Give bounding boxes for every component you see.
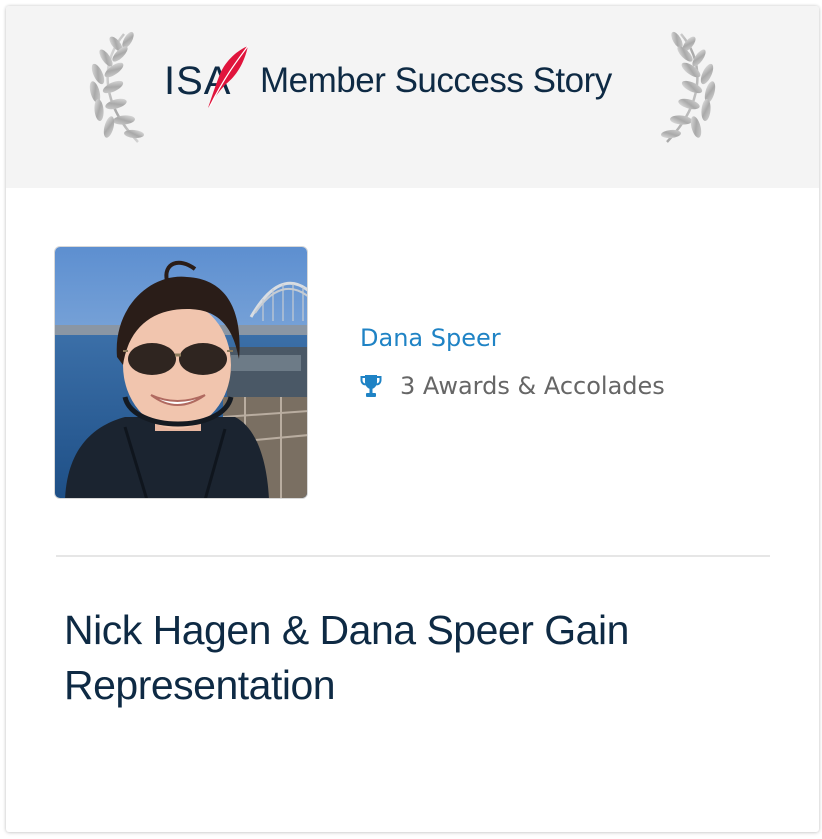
brand-lockup: ISA Member Success Story — [164, 42, 612, 112]
section-divider — [56, 555, 770, 557]
story-title[interactable]: Nick Hagen & Dana Speer Gain Representat… — [64, 603, 764, 713]
trophy-icon — [360, 375, 382, 397]
isa-logo[interactable]: ISA — [164, 44, 250, 110]
quill-icon — [208, 45, 249, 108]
laurel-right-icon — [661, 31, 716, 143]
member-portrait-image — [55, 247, 307, 498]
laurel-left-icon — [89, 31, 144, 143]
awards-count-label: 3 Awards & Accolades — [400, 372, 665, 400]
card-header: ISA Member Success Story — [6, 6, 819, 188]
success-story-card[interactable]: ISA Member Success Story Dana Speer 3 Aw… — [6, 6, 819, 832]
member-name-link[interactable]: Dana Speer — [360, 324, 501, 352]
header-title: Member Success Story — [260, 61, 612, 100]
awards-accolades[interactable]: 3 Awards & Accolades — [360, 372, 665, 400]
member-photo[interactable] — [54, 246, 308, 499]
